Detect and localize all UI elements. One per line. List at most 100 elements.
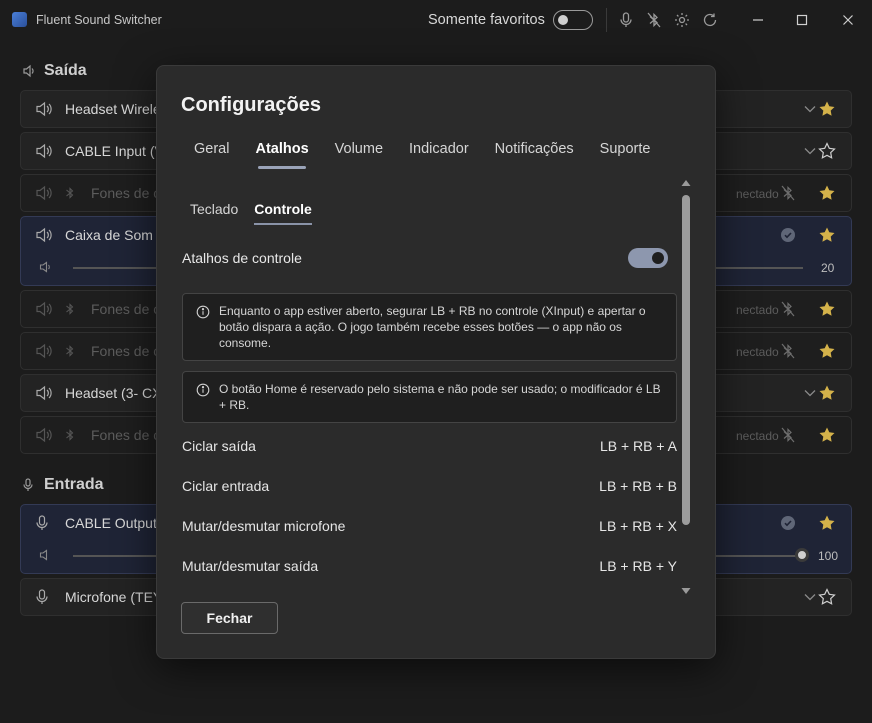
tab-suporte[interactable]: Suporte	[587, 140, 664, 170]
shortcut-label: Ciclar entrada	[182, 478, 270, 494]
settings-scrollbar[interactable]	[681, 178, 691, 596]
shortcut-keys: LB + RB + A	[599, 438, 677, 454]
star-filled-icon[interactable]	[817, 341, 837, 361]
bluetooth-off-icon[interactable]	[779, 184, 797, 202]
microphone-icon	[35, 588, 53, 606]
volume-icon	[39, 260, 53, 274]
controller-shortcuts-toggle[interactable]	[628, 248, 668, 268]
bluetooth-off-icon[interactable]	[644, 10, 664, 30]
bluetooth-off-icon[interactable]	[779, 342, 797, 360]
volume-value: 100	[818, 549, 839, 563]
device-name: Fones de o	[91, 343, 162, 359]
shortcut-label: Mutar/desmutar microfone	[182, 518, 346, 534]
tab-notificacoes[interactable]: Notificações	[482, 140, 587, 170]
app-logo-icon	[12, 12, 27, 27]
settings-title: Configurações	[181, 94, 322, 116]
info-icon	[196, 383, 210, 397]
info-text: Enquanto o app estiver aberto, segurar L…	[219, 304, 646, 350]
toggle-knob	[558, 15, 568, 25]
info-box-xinput: Enquanto o app estiver aberto, segurar L…	[182, 293, 677, 361]
device-name: CABLE Input (V	[65, 143, 164, 159]
star-outline-icon[interactable]	[817, 141, 837, 161]
favorites-only-label: Somente favoritos	[428, 12, 545, 28]
shortcut-keys: LB + RB + B	[599, 478, 677, 494]
scroll-down-arrow-icon[interactable]	[681, 586, 691, 596]
bluetooth-off-icon[interactable]	[779, 426, 797, 444]
favorites-only-toggle[interactable]	[553, 10, 593, 30]
input-heading-text: Entrada	[44, 476, 104, 493]
settings-dialog: Configurações Geral Atalhos Volume Indic…	[156, 65, 716, 659]
device-status: nectado	[736, 429, 779, 443]
shortcut-row: Mutar/desmutar microfone LB + RB + X	[182, 518, 677, 538]
device-name: Fones de o	[91, 301, 162, 317]
speaker-icon	[35, 300, 53, 318]
star-filled-icon[interactable]	[817, 225, 837, 245]
maximize-icon[interactable]	[792, 10, 812, 30]
microphone-icon[interactable]	[616, 10, 636, 30]
shortcut-row: Ciclar saída LB + RB + A	[182, 438, 677, 458]
speaker-icon	[35, 142, 53, 160]
speaker-icon	[35, 226, 53, 244]
tab-atalhos[interactable]: Atalhos	[242, 140, 321, 170]
title-bar: Fluent Sound Switcher Somente favoritos	[0, 0, 872, 40]
device-name: Microfone (TEY	[65, 589, 163, 605]
info-icon	[196, 305, 210, 319]
speaker-icon	[35, 184, 53, 202]
shortcut-keys: LB + RB + X	[599, 518, 677, 534]
shortcut-row: Ciclar entrada LB + RB + B	[182, 478, 677, 498]
shortcut-label: Mutar/desmutar saída	[182, 558, 319, 574]
input-section-heading: Entrada	[22, 476, 104, 494]
close-icon[interactable]	[838, 10, 858, 30]
device-name: Caixa de Som (	[65, 227, 162, 243]
settings-tabs: Geral Atalhos Volume Indicador Notificaç…	[181, 140, 663, 170]
speaker-icon	[35, 384, 53, 402]
minimize-icon[interactable]	[748, 10, 768, 30]
bluetooth-icon	[65, 186, 77, 200]
volume-slider-thumb[interactable]	[795, 548, 809, 562]
star-filled-icon[interactable]	[817, 299, 837, 319]
device-name: CABLE Output	[65, 515, 157, 531]
toggle-knob	[652, 252, 664, 264]
app-title: Fluent Sound Switcher	[36, 13, 162, 27]
scrollbar-thumb[interactable]	[682, 195, 690, 525]
bluetooth-icon	[65, 344, 77, 358]
shortcut-row: Mutar/desmutar saída LB + RB + Y	[182, 558, 677, 578]
device-name: Headset (3- CX	[65, 385, 162, 401]
subtab-controle[interactable]: Controle	[246, 200, 320, 226]
shortcut-label: Ciclar saída	[182, 438, 256, 454]
microphone-icon	[35, 514, 53, 532]
volume-value: 20	[821, 261, 835, 275]
star-filled-icon[interactable]	[817, 99, 837, 119]
controller-shortcuts-label: Atalhos de controle	[182, 250, 302, 266]
volume-icon	[39, 548, 53, 562]
star-filled-icon[interactable]	[817, 383, 837, 403]
tab-indicador[interactable]: Indicador	[396, 140, 482, 170]
device-name: Fones de o	[91, 427, 162, 443]
device-status: nectado	[736, 187, 779, 201]
speaker-icon	[22, 64, 36, 78]
bluetooth-off-icon[interactable]	[779, 300, 797, 318]
refresh-icon[interactable]	[700, 10, 720, 30]
microphone-icon	[22, 478, 36, 492]
star-outline-icon[interactable]	[817, 587, 837, 607]
device-status: nectado	[736, 303, 779, 317]
info-text: O botão Home é reservado pelo sistema e …	[219, 382, 661, 412]
close-settings-button[interactable]: Fechar	[181, 602, 278, 634]
check-circle-icon[interactable]	[779, 514, 797, 532]
shortcut-keys: LB + RB + Y	[599, 558, 677, 574]
check-circle-icon[interactable]	[779, 226, 797, 244]
star-filled-icon[interactable]	[817, 183, 837, 203]
bluetooth-icon	[65, 428, 77, 442]
gear-icon[interactable]	[672, 10, 692, 30]
tab-volume[interactable]: Volume	[322, 140, 396, 170]
star-filled-icon[interactable]	[817, 425, 837, 445]
device-name: Headset Wirele	[65, 101, 161, 117]
star-filled-icon[interactable]	[817, 513, 837, 533]
shortcut-subtabs: Teclado Controle	[182, 200, 320, 226]
device-name: Fones de o	[91, 185, 162, 201]
tab-geral[interactable]: Geral	[181, 140, 242, 170]
subtab-teclado[interactable]: Teclado	[182, 200, 246, 226]
device-status: nectado	[736, 345, 779, 359]
speaker-icon	[35, 100, 53, 118]
scroll-up-arrow-icon[interactable]	[681, 178, 691, 188]
